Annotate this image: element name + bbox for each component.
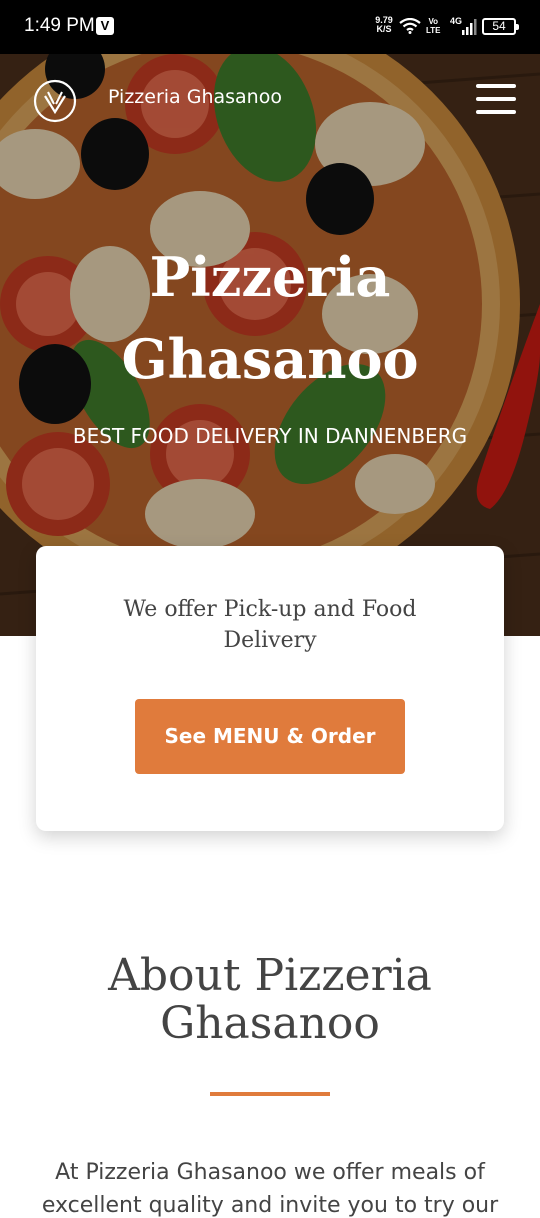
network-speed: 9.79 K/S — [375, 15, 393, 34]
signal-icon: 4G — [450, 16, 477, 35]
hero-title: Pizzeria Ghasanoo — [121, 245, 419, 391]
hero-subtitle: BEST FOOD DELIVERY IN DANNENBERG — [72, 424, 468, 448]
about-title: About Pizzeria Ghasanoo — [108, 950, 432, 1049]
status-bar: 1:49 PM V 9.79 K/S Vo LTE 4G 54 — [0, 0, 540, 54]
network-type: 4G — [450, 16, 462, 26]
volte-indicator: Vo LTE — [426, 17, 441, 35]
offer-card: We offer Pick-up and Food Delivery See M… — [36, 546, 504, 831]
see-menu-order-button[interactable]: See MENU & Order — [135, 699, 405, 774]
notification-app-icon: V — [96, 17, 114, 35]
site-name-link[interactable]: Pizzeria Ghasanoo — [108, 86, 282, 108]
battery-icon: 54 — [482, 18, 519, 35]
cutlery-logo-icon[interactable] — [32, 78, 78, 124]
status-time: 1:49 PM — [24, 15, 95, 36]
about-divider — [210, 1092, 330, 1096]
hamburger-menu-icon[interactable] — [476, 84, 516, 114]
wifi-icon — [399, 18, 421, 34]
about-text: At Pizzeria Ghasanoo we offer meals of e… — [41, 1160, 499, 1218]
offer-text: We offer Pick-up and Food Delivery — [123, 597, 417, 653]
